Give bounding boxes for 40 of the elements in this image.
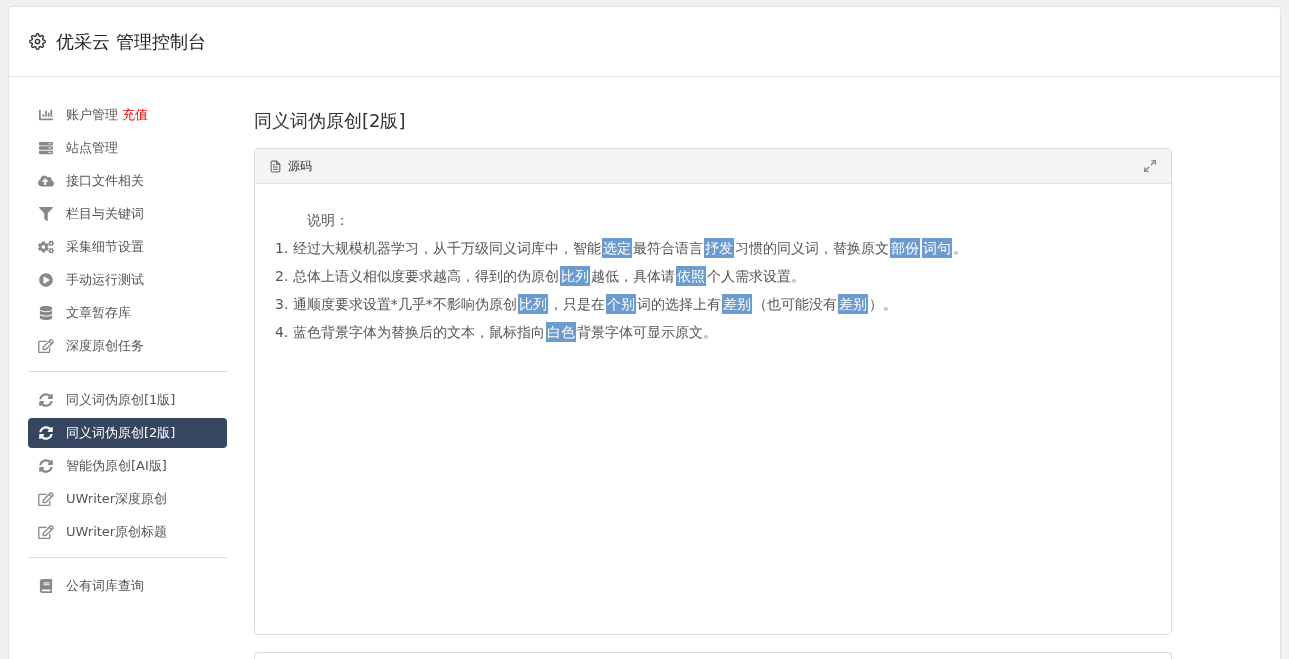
book-icon <box>38 579 54 593</box>
edit-icon <box>38 339 54 353</box>
description-line: 3. 通顺度要求设置*几乎*不影响伪原创 比列，只是在个别 词的选择上有差别（也可能没有差别）。 <box>275 293 898 316</box>
sidebar-item[interactable]: 栏目与关键词 <box>28 199 227 229</box>
refresh-icon <box>38 393 54 407</box>
description-line: 1. 经过大规模机器学习，从千万级同义词库中，智能选定 最符合语言抒发 习惯的同义词，替换原文 部份 词句。 <box>275 237 968 260</box>
refresh-icon <box>38 459 54 473</box>
app-title: 优采云 管理控制台 <box>56 30 206 54</box>
description-line: 4. 蓝色背景字体为替换后的文本，鼠标指向 白色背景字体可显示原文。 <box>275 321 718 344</box>
sidebar-item[interactable]: 采集细节设置 <box>28 232 227 262</box>
refresh-icon <box>38 426 54 440</box>
sidebar-item[interactable]: 手动运行测试 <box>28 265 227 295</box>
play-icon <box>38 273 54 287</box>
filter-icon <box>38 207 54 221</box>
edit-icon <box>38 525 54 539</box>
description-line: 2. 总体上语义相似度要求越高，得到的伪原创 比列 越低，具体请依照 个人需求设置。 <box>275 265 806 288</box>
sidebar-item[interactable]: 接口文件相关 <box>28 166 227 196</box>
description-heading: 说明： <box>306 211 350 230</box>
sidebar-item[interactable]: UWriter原创标题 <box>28 517 227 547</box>
sidebar-item[interactable]: 深度原创任务 <box>28 331 227 361</box>
database-icon <box>38 306 54 320</box>
sidebar-item[interactable]: 智能伪原创[AI版] <box>28 451 227 481</box>
gears-icon <box>38 240 54 254</box>
settings-icon <box>29 33 46 50</box>
sidebar-item[interactable]: UWriter深度原创 <box>28 484 227 514</box>
sidebar-item[interactable]: 同义词伪原创[1版] <box>28 385 227 415</box>
recharge-link[interactable]: 充值 <box>122 105 148 125</box>
file-code-icon <box>269 159 282 173</box>
bar-chart-icon <box>38 108 54 122</box>
sidebar-item[interactable]: 同义词伪原创[2版] <box>28 418 227 448</box>
sidebar-item[interactable]: 站点管理 <box>28 133 227 163</box>
cloud-upload-icon <box>38 174 54 188</box>
source-button[interactable]: 源码 <box>269 157 312 175</box>
sidebar-item[interactable]: 账户管理 充值 <box>28 100 227 130</box>
sidebar-item[interactable]: 公有词库查询 <box>28 571 227 601</box>
server-icon <box>38 141 54 155</box>
sidebar-item[interactable]: 文章暂存库 <box>28 298 227 328</box>
edit-icon <box>38 492 54 506</box>
page-title: 同义词伪原创[2版] <box>254 109 407 133</box>
fullscreen-icon[interactable] <box>1143 159 1157 173</box>
